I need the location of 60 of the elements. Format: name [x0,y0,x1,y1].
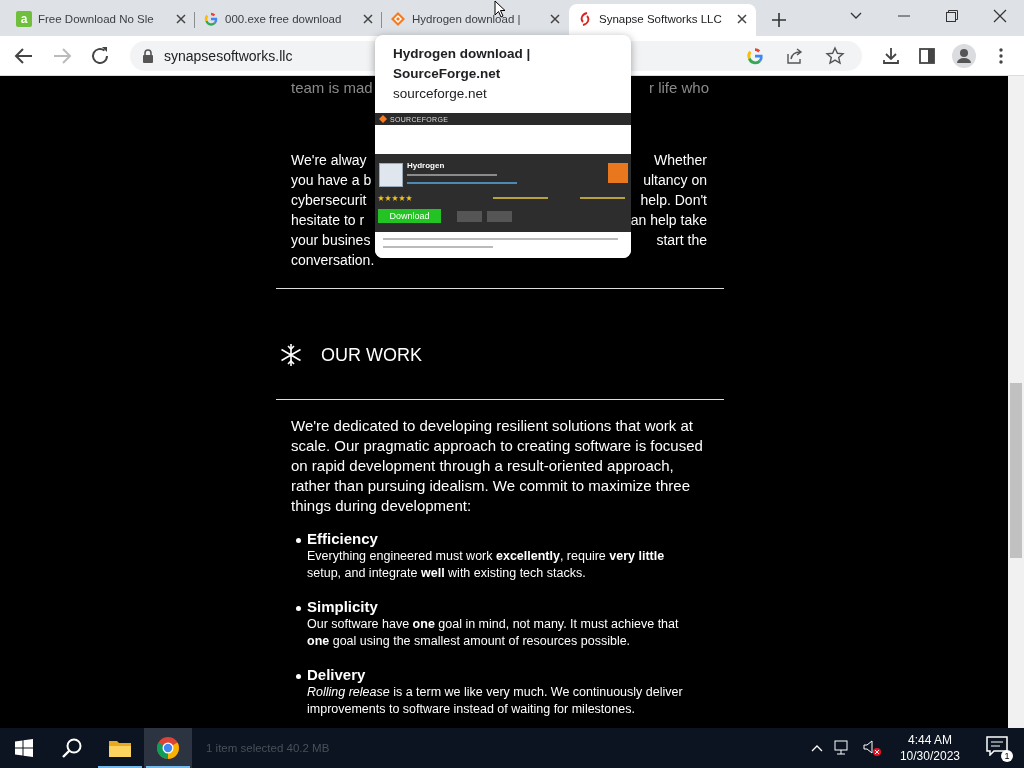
body-text: r life who [648,78,709,98]
clock-date[interactable]: 10/30/2023 [899,748,960,764]
status-text: 1 item selected 40.2 MB [206,742,331,754]
body-text: your busines [291,231,371,250]
body-text: cybersecurit [291,191,367,210]
speaker-muted-icon[interactable] [861,739,882,757]
body-text: conversation. [291,251,375,270]
restore-icon[interactable] [945,9,959,23]
project-logo-icon [379,163,403,187]
windows-start-icon[interactable] [15,739,33,757]
body-text: an help take [630,211,707,230]
list-item-text: Rolling release is a term we like very much. We continuously deliver improvements to software instead of waiting for milestones. [307,684,684,718]
preview-button-drawing [457,211,482,222]
clock-time[interactable]: 4:44 AM [907,732,952,748]
chrome-icon [156,736,180,760]
preview-button-drawing [487,211,512,222]
body-text: Whether [654,151,707,170]
notification-button[interactable]: 1 [986,736,1010,760]
google-g-icon [203,11,219,27]
body-text: hesitate to r [291,211,365,230]
body-text: help. Don't [640,191,707,210]
search-icon[interactable] [61,737,83,759]
notification-count: 1 [1001,750,1013,762]
bullet-icon [296,674,301,679]
section-heading: OUR WORK [321,344,422,366]
scrollbar[interactable] [1008,76,1024,728]
body-text: ultancy on [643,171,707,190]
award-badge-icon [608,163,628,183]
body-text: you have a b [291,171,372,190]
snowflake-icon [279,343,303,367]
browser-tab[interactable]: 000.exe free download [195,4,382,36]
browser-tab[interactable]: a Free Download No Sle [8,4,195,36]
profile-avatar-icon[interactable] [952,43,976,68]
card-domain: sourceforge.net [392,85,488,103]
body-text: We're alway [291,151,367,170]
tab-favicon-icon: a [16,11,32,27]
scrollbar-thumb[interactable] [1010,383,1022,558]
list-item-title: Simplicity [307,598,379,616]
download-icon[interactable] [881,45,901,66]
list-item-text: Everything engineered must work excellently, require very little setup, and integrate well with existing tech stacks. [307,548,666,582]
diamond-icon [390,11,406,27]
list-item-title: Efficiency [307,530,379,548]
list-item-text: Our software have one goal in mind, not many. It must achieve that one goal using the smallest amount of resources possible. [307,616,680,650]
close-icon[interactable] [993,9,1007,23]
body-text: start the [656,231,707,250]
diamond-icon [379,115,387,123]
star-icon[interactable] [825,45,845,66]
side-panel-icon[interactable] [917,45,937,66]
section-paragraph: We're dedicated to developing resilient solutions that work at scale. Our pragmatic approach to creating software is focused on rapid development through a result-oriented approach, rather than pursuing idealism. We commit to maximize three things during development: [290,416,704,516]
bullet-icon [296,538,301,543]
taskbar-app[interactable] [144,728,192,768]
list-item-title: Delivery [307,666,367,684]
new-tab-icon[interactable] [770,11,788,29]
folder-icon [108,738,132,758]
bullet-icon [296,606,301,611]
browser-tab[interactable]: Synapse Softworks LLC [569,4,756,36]
body-text: team is mad [291,78,373,98]
google-g-icon[interactable] [745,45,765,66]
preview-project-name: Hydrogen [407,161,445,170]
lock-icon [142,48,154,63]
